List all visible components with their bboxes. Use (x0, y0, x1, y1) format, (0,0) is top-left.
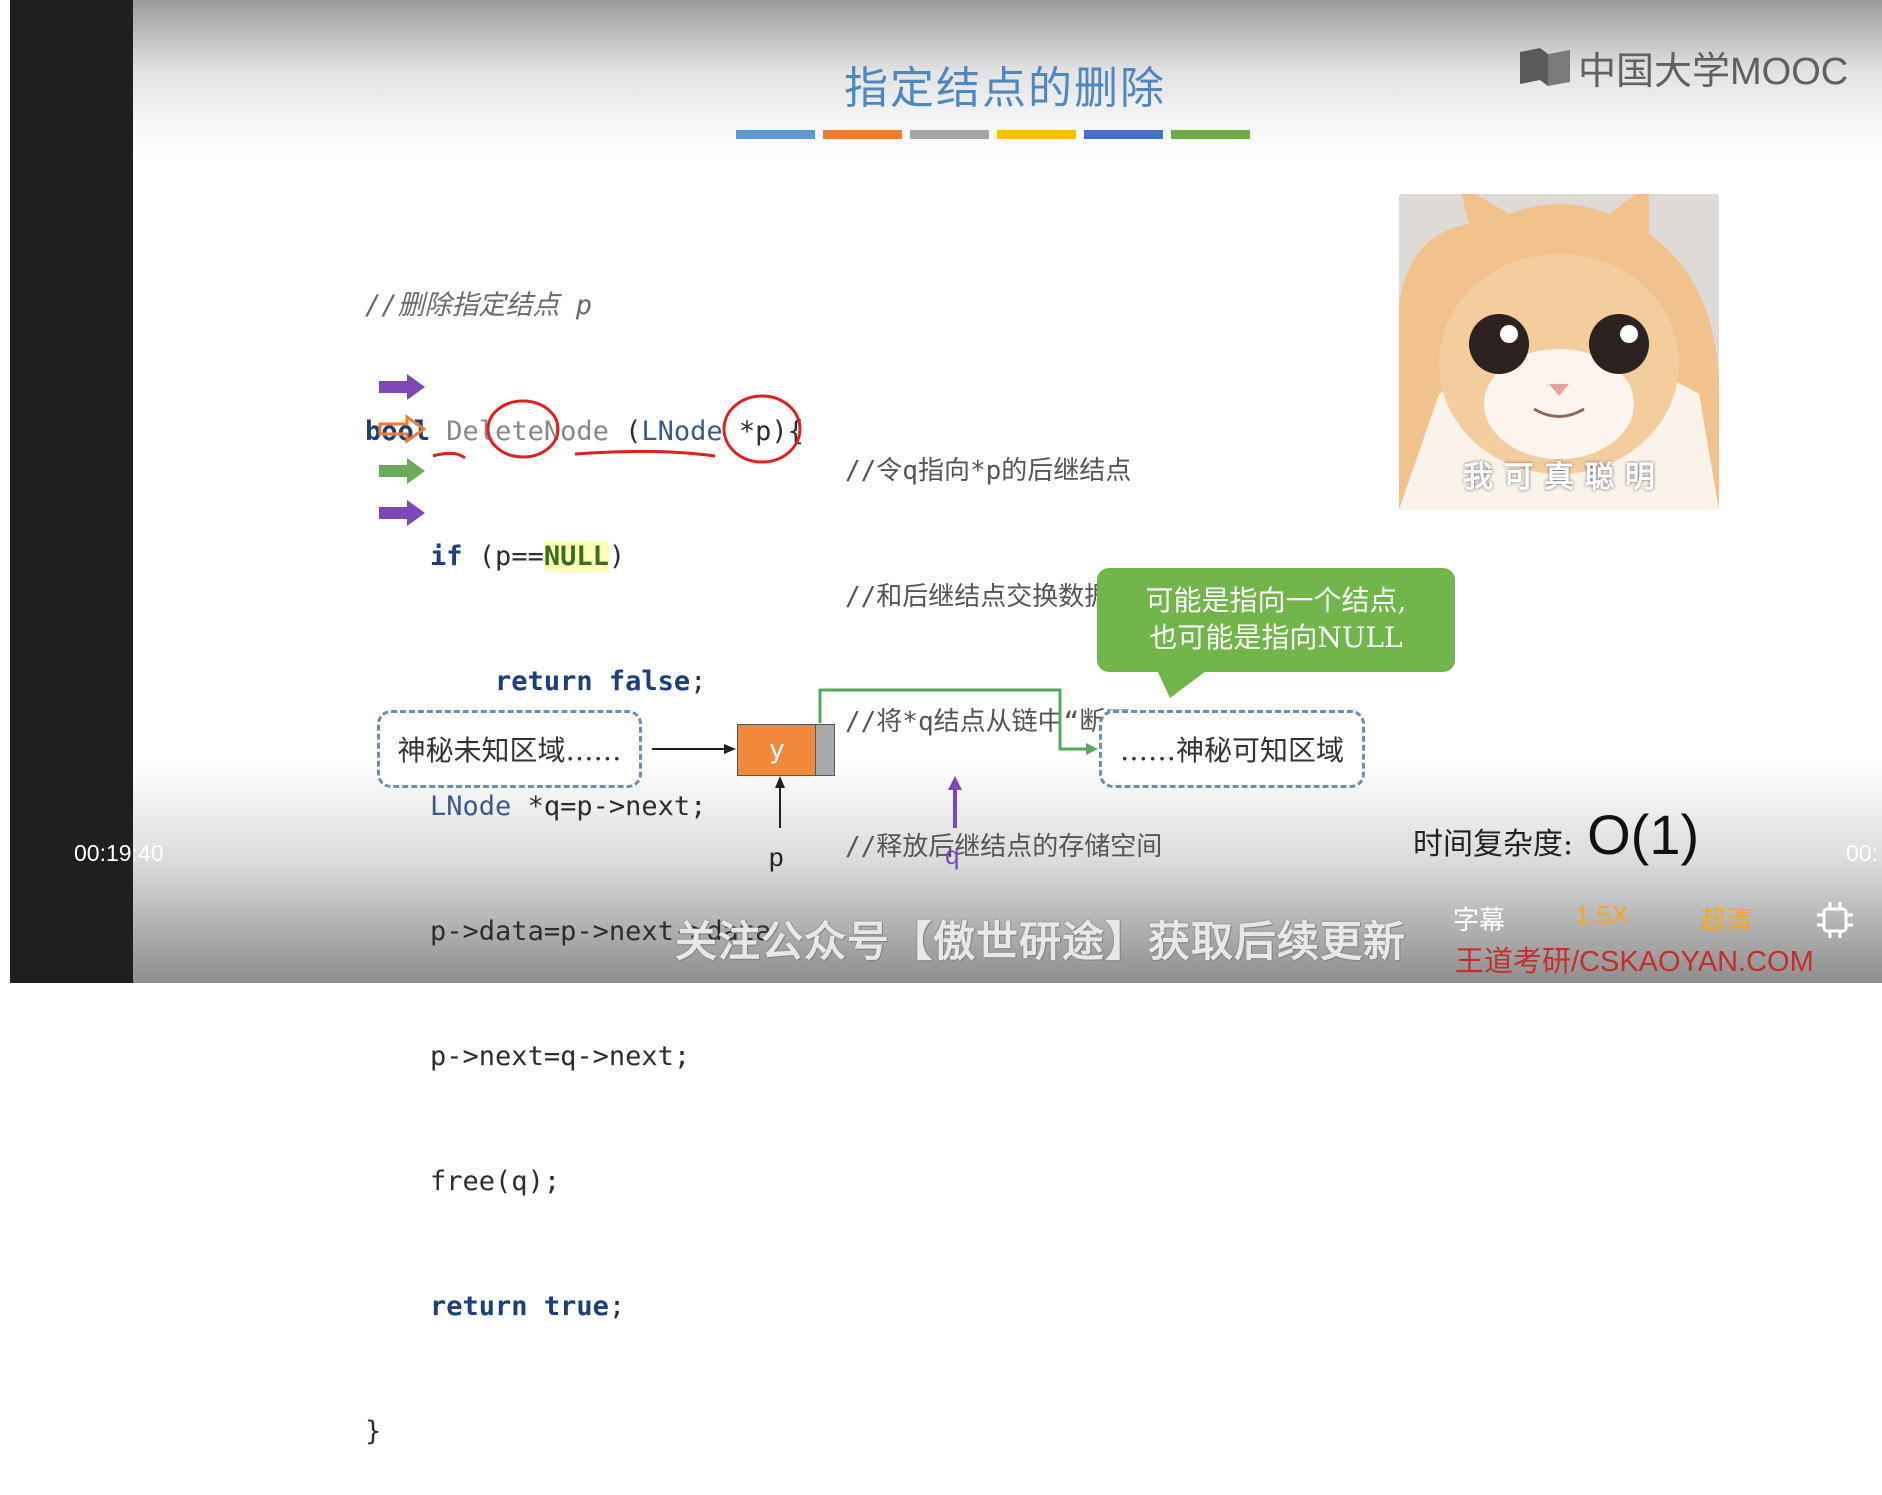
slide-title: 指定结点的删除 (844, 63, 1166, 114)
if-open: (p== (462, 540, 544, 572)
video-subtitle: 关注公众号【傲世研途】获取后续更新 (675, 917, 1407, 966)
color-strip (736, 130, 1250, 139)
code-line-link: p->next=q->next; (365, 1036, 804, 1078)
kw-return: return (495, 665, 593, 697)
step-arrow-icon (379, 500, 425, 526)
free-call: free(q); (430, 1166, 561, 1198)
code-line-close: } (365, 1411, 804, 1453)
video-letterbox-left (10, 0, 133, 983)
color-strip-segment (997, 130, 1076, 139)
color-strip-segment (1084, 130, 1163, 139)
cat-meme-caption: 我 可 真 聪 明 (1463, 460, 1655, 495)
unknown-region: 神秘未知区域…… (377, 710, 642, 788)
color-strip-segment (736, 130, 815, 139)
type-lnode-q: LNode (430, 790, 512, 822)
complexity-label: 时间复杂度: (1413, 827, 1574, 862)
callout-line-2: 也可能是指向NULL (1149, 621, 1403, 654)
code-comment: //删除指定结点 p (365, 290, 593, 322)
color-strip-segment (910, 130, 989, 139)
comment-q: //令q指向*p的后继结点 (845, 456, 1132, 487)
complexity-value: O(1) (1587, 803, 1700, 866)
brand-watermark: 王道考研/CSKAOYAN.COM (1455, 946, 1814, 978)
code-line-return-true: return true; (365, 1286, 804, 1328)
code-line-comment: //删除指定结点 p (365, 285, 804, 327)
pointer-p-label: p (769, 842, 784, 872)
linked-list-links-icon (652, 688, 1098, 828)
left-margin (0, 0, 10, 986)
settings-chip-icon[interactable] (1815, 900, 1855, 940)
current-time: 00:19:40 (74, 840, 164, 866)
cat-meme-image: 我 可 真 聪 明 (1399, 194, 1719, 510)
kw-true: true (543, 1291, 609, 1323)
kw-return-2: return (430, 1291, 528, 1323)
red-annotation-icon (432, 394, 802, 464)
known-region: ……神秘可知区域 (1099, 710, 1365, 788)
callout-line-1: 可能是指向一个结点, (1145, 584, 1407, 617)
code-line-free: free(q); (365, 1161, 804, 1203)
if-close: ) (608, 540, 626, 572)
semicolon-2: ; (608, 1291, 626, 1323)
complexity: 时间复杂度: O(1) (1413, 802, 1699, 867)
mooc-logo-icon (1518, 46, 1572, 90)
mooc-logo-text: 中国大学MOOC (1578, 51, 1849, 93)
color-strip-segment (1171, 130, 1250, 139)
captions-button[interactable]: 字幕 (1453, 900, 1505, 937)
total-time: 00: (1846, 840, 1878, 866)
close-brace: } (365, 1416, 382, 1448)
link-assign: p->next=q->next; (430, 1040, 691, 1072)
pointer-q-label: q (945, 840, 960, 870)
step-arrow-icon (379, 458, 425, 484)
color-strip-segment (823, 130, 902, 139)
playback-speed-button[interactable]: 1.5X (1575, 900, 1629, 931)
current-step-arrow-icon (378, 414, 427, 444)
null-highlight: NULL (543, 540, 609, 572)
mooc-logo: 中国大学MOOC (1518, 40, 1848, 95)
step-arrow-icon (379, 374, 425, 400)
quality-button[interactable]: 超清 (1700, 900, 1752, 937)
code-line-if: if (p==NULL) (365, 536, 804, 578)
callout-bubble: 可能是指向一个结点, 也可能是指向NULL (1097, 568, 1455, 672)
callout-tail (1156, 668, 1210, 698)
kw-if: if (430, 540, 463, 572)
